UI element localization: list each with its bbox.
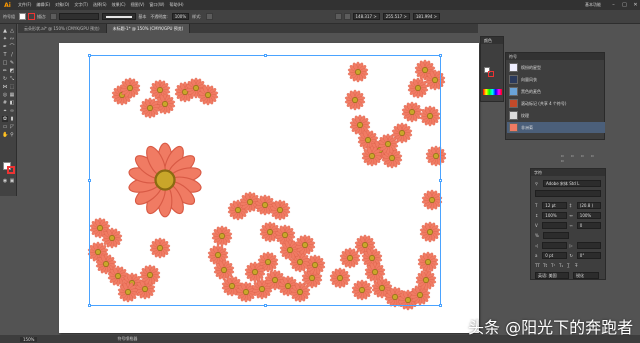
illustrator-window: Ai 文件(F) 编辑(E) 对象(O) 文字(T) 选择(S) 效果(C) 视… <box>0 0 640 343</box>
font-size-icon: T <box>535 202 538 208</box>
symbol-thumb <box>509 75 518 84</box>
symbol-label: 缤纷的星型 <box>521 64 541 70</box>
rotation-field[interactable]: 0° <box>576 251 601 259</box>
aki-right-icon: ▷ <box>569 242 573 248</box>
color-panel: 颜色 <box>480 36 504 102</box>
symbol-item[interactable]: 黑色的麦色 <box>507 86 605 97</box>
symbol-label: 黑色的麦色 <box>521 88 541 94</box>
baseline-row: a 0 pt ↻ 0° <box>535 251 601 259</box>
tsume-field[interactable] <box>543 231 569 239</box>
current-tool-label: 符号喷枪器 <box>117 336 138 341</box>
aki-right-field[interactable] <box>576 241 601 249</box>
symbol-label: 向量风衣 <box>521 76 537 82</box>
symbol-item[interactable]: 缤纷的星型 <box>507 62 605 73</box>
symbol-label: 滚动标记 (共享 4 个符号) <box>521 100 567 106</box>
rotation-icon: ↻ <box>569 252 573 258</box>
font-family-field[interactable]: Adobe 宋体 Std L <box>543 179 601 187</box>
tracking-field[interactable]: 0 <box>576 221 601 229</box>
watermark-text: 头条 @阳光下的奔跑者 <box>468 318 634 337</box>
font-style-field[interactable] <box>535 189 601 197</box>
symbol-item-selected[interactable]: 非洲菊 <box>507 122 605 133</box>
character-panel: 字符 ⚲ Adobe 宋体 Std L T 12 pt ‡ (20.8 ) ↕ … <box>530 168 606 280</box>
symbols-panel-title: 符号 <box>506 53 604 60</box>
baseline-field[interactable]: 0 pt <box>542 251 567 259</box>
spacing-row: % <box>535 231 601 239</box>
tracking-row: V ⇿ 0 <box>535 221 601 229</box>
zoom-field[interactable]: 150% <box>20 336 38 342</box>
character-panel-title: 字符 <box>531 169 605 176</box>
symbol-label: 非洲菊 <box>521 124 533 130</box>
subscript-icon[interactable]: T₁ <box>559 263 567 268</box>
kerning-field[interactable] <box>542 221 567 229</box>
underline-icon[interactable]: T̲ <box>567 263 575 268</box>
aki-left-icon: ◁ <box>535 242 539 248</box>
symbol-thumb <box>509 87 518 96</box>
selection-bounding-box[interactable] <box>88 54 442 307</box>
font-style-row <box>535 189 601 197</box>
symbol-thumb <box>509 63 518 72</box>
antialias-field[interactable]: 锐化 <box>573 271 599 279</box>
resize-handle-b[interactable] <box>264 304 267 307</box>
symbol-item[interactable]: 滚动标记 (共享 4 个符号) <box>507 98 605 109</box>
tracking-icon: ⇿ <box>569 222 573 228</box>
resize-handle-tr[interactable] <box>439 54 442 57</box>
resize-handle-r[interactable] <box>439 179 442 182</box>
all-caps-icon[interactable]: TT <box>535 263 543 268</box>
symbols-panel: 符号 缤纷的星型 向量风衣 黑色的麦色 滚动标记 (共享 4 个符号) 纹理 非… <box>505 52 605 163</box>
leading-icon: ‡ <box>569 202 572 208</box>
tsume-icon: % <box>535 232 539 238</box>
case-row: TT Tt T¹ T₁ T̲ T̶ <box>535 261 601 269</box>
stroke-swatch-small[interactable] <box>488 71 494 77</box>
language-field[interactable]: 英语: 美国 <box>535 271 569 279</box>
symbols-panel-footer-icons[interactable]: ▫ ▫ ▫ ▫ ▫ <box>561 153 604 163</box>
resize-handle-br[interactable] <box>439 304 442 307</box>
font-row: ⚲ Adobe 宋体 Std L <box>535 179 601 187</box>
symbol-thumb <box>509 123 518 132</box>
baseline-icon: a <box>535 252 538 258</box>
superscript-icon[interactable]: T¹ <box>551 263 559 268</box>
language-row: 英语: 美国 锐化 <box>535 271 601 279</box>
horizontal-scale-icon: ↔ <box>569 212 573 218</box>
resize-handle-t[interactable] <box>264 54 267 57</box>
symbol-item[interactable]: 纹理 <box>507 110 605 121</box>
leading-field[interactable]: (20.8 ) <box>576 201 601 209</box>
aki-row: ◁ ▷ <box>535 241 601 249</box>
strikethrough-icon[interactable]: T̶ <box>575 263 583 268</box>
symbol-thumb <box>509 99 518 108</box>
symbol-label: 纹理 <box>521 112 529 118</box>
symbol-item[interactable]: 向量风衣 <box>507 74 605 85</box>
vertical-scale-field[interactable]: 100% <box>542 211 567 219</box>
resize-handle-tl[interactable] <box>88 54 91 57</box>
aki-left-field[interactable] <box>542 241 567 249</box>
vertical-scale-icon: ↕ <box>535 212 539 218</box>
search-icon: ⚲ <box>535 180 538 186</box>
color-panel-title: 颜色 <box>481 37 503 44</box>
small-caps-icon[interactable]: Tt <box>543 263 551 268</box>
size-leading-row: T 12 pt ‡ (20.8 ) <box>535 201 601 209</box>
resize-handle-bl[interactable] <box>88 304 91 307</box>
symbol-thumb <box>509 111 518 120</box>
color-spectrum[interactable] <box>483 89 502 95</box>
scale-row: ↕ 100% ↔ 100% <box>535 211 601 219</box>
resize-handle-l[interactable] <box>88 179 91 182</box>
kerning-icon: V <box>535 222 538 228</box>
font-size-field[interactable]: 12 pt <box>542 201 567 209</box>
horizontal-scale-field[interactable]: 100% <box>576 211 601 219</box>
